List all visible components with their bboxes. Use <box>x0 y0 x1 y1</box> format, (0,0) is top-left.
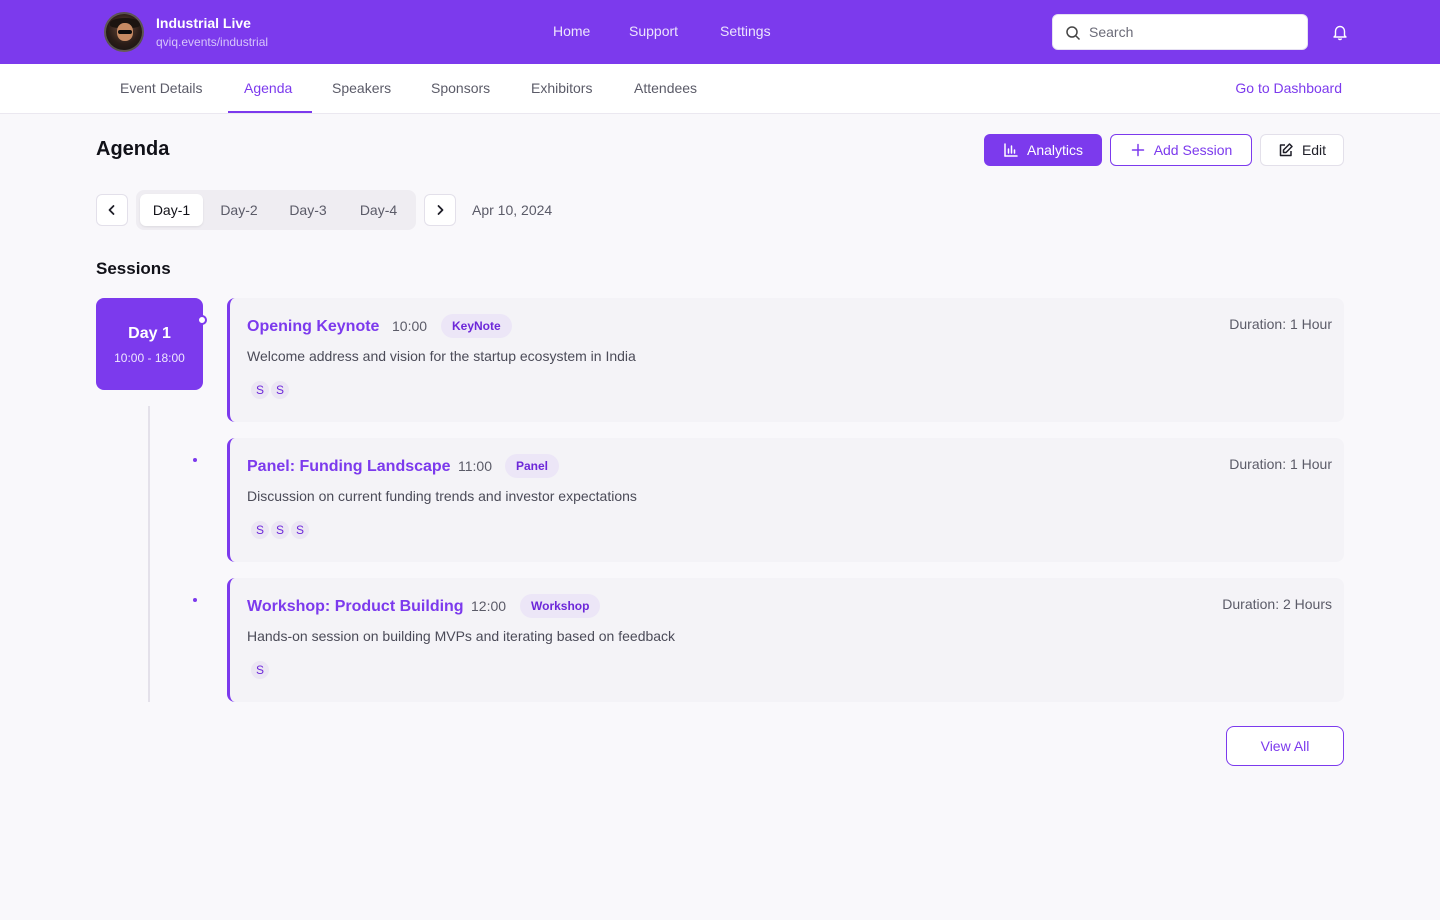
bar-chart-icon <box>1004 143 1018 157</box>
sessions-heading: Sessions <box>96 259 171 278</box>
day-tab-3[interactable]: Day-3 <box>275 194 341 226</box>
timeline-knob <box>197 315 207 325</box>
event-title: Industrial Live <box>156 15 251 31</box>
analytics-button[interactable]: Analytics <box>984 134 1102 166</box>
session-time: 12:00 <box>471 598 507 614</box>
speaker-avatars: S S S <box>249 519 311 541</box>
session-duration: Duration: 1 Hour <box>1229 456 1332 472</box>
session-duration: Duration: 1 Hour <box>1229 316 1332 332</box>
speaker-avatar[interactable]: S <box>289 519 311 541</box>
speaker-avatars: S S <box>249 379 291 401</box>
analytics-label: Analytics <box>1026 142 1084 158</box>
session-description: Hands-on session on building MVPs and it… <box>247 628 676 644</box>
speaker-avatar[interactable]: S <box>249 519 271 541</box>
nav-home[interactable]: Home <box>553 23 590 39</box>
add-session-label: Add Session <box>1153 142 1233 158</box>
speaker-avatar[interactable]: S <box>269 519 291 541</box>
event-avatar[interactable] <box>104 12 144 52</box>
search-box <box>1052 14 1308 50</box>
session-title[interactable]: Panel: Funding Landscape <box>247 458 451 476</box>
selected-date: Apr 10, 2024 <box>472 202 553 218</box>
tab-exhibitors[interactable]: Exhibitors <box>531 80 592 96</box>
nav-support[interactable]: Support <box>629 23 678 39</box>
page-title: Agenda <box>96 138 170 160</box>
add-session-button[interactable]: Add Session <box>1110 134 1252 166</box>
session-card[interactable]: Workshop: Product Building 12:00 Worksho… <box>227 578 1344 702</box>
search-icon <box>1066 26 1081 41</box>
next-day-button[interactable] <box>424 194 456 226</box>
session-duration: Duration: 2 Hours <box>1222 596 1332 612</box>
speaker-avatar[interactable]: S <box>249 379 271 401</box>
day-tab-4[interactable]: Day-4 <box>345 194 412 226</box>
session-card[interactable]: Opening Keynote 10:00 KeyNote Duration: … <box>227 298 1344 422</box>
session-time: 11:00 <box>458 458 492 474</box>
event-url: qviq.events/industrial <box>156 35 269 49</box>
tab-attendees[interactable]: Attendees <box>634 80 697 96</box>
edit-button[interactable]: Edit <box>1260 134 1344 166</box>
speaker-avatars: S <box>249 659 271 681</box>
speaker-avatar[interactable]: S <box>249 659 271 681</box>
tab-event-details[interactable]: Event Details <box>120 80 202 96</box>
session-description: Discussion on current funding trends and… <box>247 488 637 504</box>
day-tabs: Day-1 Day-2 Day-3 Day-4 <box>136 190 416 230</box>
chevron-left-icon <box>108 205 115 215</box>
session-title[interactable]: Opening Keynote <box>247 318 379 336</box>
session-tag: KeyNote <box>441 314 512 338</box>
view-all-button[interactable]: View All <box>1226 726 1344 766</box>
plus-icon <box>1131 143 1144 157</box>
session-tag: Workshop <box>520 594 601 618</box>
session-description: Welcome address and vision for the start… <box>247 348 636 364</box>
tab-sponsors[interactable]: Sponsors <box>431 80 490 96</box>
day-tab-2[interactable]: Day-2 <box>207 194 271 226</box>
nav-settings[interactable]: Settings <box>720 23 771 39</box>
tab-agenda[interactable]: Agenda <box>244 80 292 96</box>
session-time: 10:00 <box>392 318 428 334</box>
timeline-dot <box>193 458 197 462</box>
edit-label: Edit <box>1301 142 1327 158</box>
go-to-dashboard-link[interactable]: Go to Dashboard <box>1235 80 1342 96</box>
tab-speakers[interactable]: Speakers <box>332 80 391 96</box>
session-title[interactable]: Workshop: Product Building <box>247 598 464 616</box>
active-tab-indicator <box>228 111 312 113</box>
sub-nav: Event Details Agenda Speakers Sponsors E… <box>0 64 1440 114</box>
day-tab-1[interactable]: Day-1 <box>140 194 203 226</box>
day-card: Day 1 10:00 - 18:00 <box>96 298 203 390</box>
session-card[interactable]: Panel: Funding Landscape 11:00 Panel Dur… <box>227 438 1344 562</box>
speaker-avatar[interactable]: S <box>269 379 291 401</box>
day-card-hours: 10:00 - 18:00 <box>114 351 185 365</box>
chevron-right-icon <box>437 205 444 215</box>
day-card-label: Day 1 <box>128 325 171 342</box>
timeline-dot <box>193 598 197 602</box>
prev-day-button[interactable] <box>96 194 128 226</box>
timeline-line <box>148 406 150 702</box>
search-input[interactable] <box>1089 15 1299 49</box>
top-bar: Industrial Live qviq.events/industrial H… <box>0 0 1440 64</box>
edit-icon <box>1279 143 1293 157</box>
session-tag: Panel <box>505 454 560 478</box>
bell-icon[interactable] <box>1331 23 1349 41</box>
